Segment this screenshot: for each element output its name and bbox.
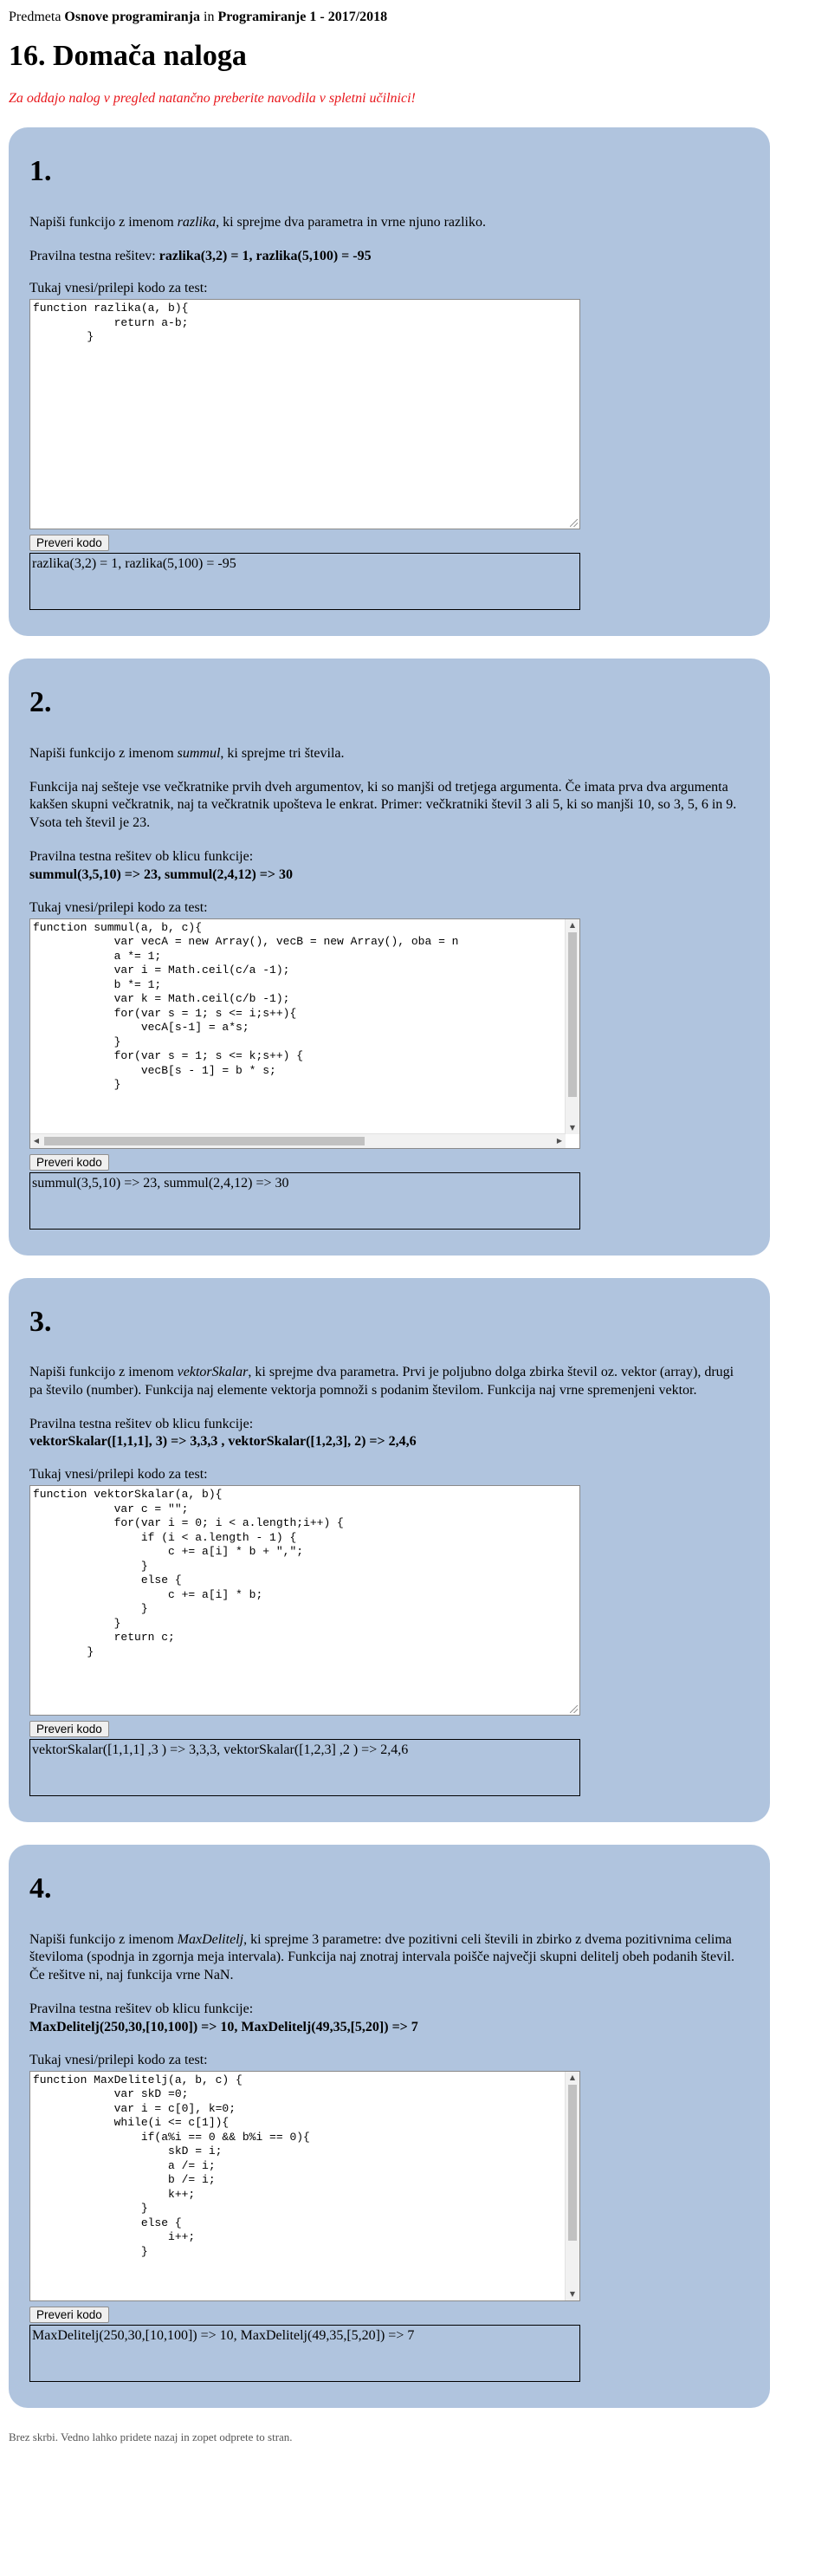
task-card-2: 2. Napiši funkcijo z imenom summul, ki s… [9, 659, 770, 1256]
breadcrumb-middle: in [200, 10, 218, 24]
task-card-1: 1. Napiši funkcijo z imenom razlika, ki … [9, 127, 770, 637]
footer-note: Brez skrbi. Vedno lahko pridete nazaj in… [9, 2430, 293, 2443]
task-description: Napiši funkcijo z imenom summul, ki spre… [29, 745, 749, 763]
task-desc-before: Napiši funkcijo z imenom [29, 745, 178, 761]
breadcrumb-subject: Osnove programiranja [64, 10, 201, 24]
task-number: 1. [29, 155, 52, 188]
task-tests: Pravilna testna rešitev: razlika(3,2) = … [29, 248, 749, 266]
task-desc-after: , ki sprejme tri števila. [220, 745, 345, 761]
code-text: function MaxDelitelj(a, b, c) { var skD … [33, 2073, 310, 2258]
page: Predmeta Osnove programiranja in Program… [0, 0, 815, 2444]
result-output: razlika(3,2) = 1, razlika(5,100) = -95 [29, 553, 580, 611]
scrollbar-thumb[interactable] [568, 931, 577, 1097]
result-output: MaxDelitelj(250,30,[10,100]) => 10, MaxD… [29, 2324, 580, 2382]
code-text: function vektorSkalar(a, b){ var c = "";… [33, 1488, 344, 1658]
result-output: summul(3,5,10) => 23, summul(2,4,12) => … [29, 1171, 580, 1230]
task-desc-before: Napiši funkcijo z imenom [29, 1931, 178, 1947]
task-function-name: vektorSkalar [177, 1364, 249, 1379]
scroll-right-icon[interactable]: ▶ [553, 1134, 566, 1148]
task-tests: Pravilna testna rešitev ob klicu funkcij… [29, 1416, 749, 1452]
tests-expected: summul(3,5,10) => 23, summul(2,4,12) => … [29, 866, 294, 882]
code-editor[interactable]: function summul(a, b, c){ var vecA = new… [29, 918, 580, 1149]
horizontal-scrollbar[interactable]: ◀ ▶ [30, 1132, 566, 1148]
scrollbar-thumb[interactable] [568, 2084, 577, 2241]
code-editor[interactable]: function razlika(a, b){ return a-b; } [29, 299, 580, 530]
tests-expected: razlika(3,2) = 1, razlika(5,100) = -95 [158, 248, 372, 263]
task-function-name: MaxDelitelj [177, 1931, 244, 1947]
vertical-scrollbar[interactable]: ▲ ▼ [565, 918, 579, 1134]
task-number: 2. [29, 686, 52, 719]
resize-grip-icon[interactable] [570, 1705, 578, 1714]
scrollbar-thumb[interactable] [44, 1136, 365, 1145]
code-text: function summul(a, b, c){ var vecA = new… [33, 920, 459, 1092]
code-editor[interactable]: function MaxDelitelj(a, b, c) { var skD … [29, 2070, 580, 2301]
scroll-up-icon[interactable]: ▲ [566, 2072, 579, 2084]
task-description: Napiši funkcijo z imenom razlika, ki spr… [29, 214, 749, 232]
check-code-button[interactable]: Preveri kodo [29, 1153, 109, 1171]
editor-label: Tukaj vnesi/prilepi kodo za test: [29, 1467, 208, 1483]
breadcrumb-prefix: Predmeta [9, 10, 65, 24]
task-function-name: razlika [177, 214, 217, 230]
task-tests: Pravilna testna rešitev ob klicu funkcij… [29, 848, 749, 885]
task-desc-after: , ki sprejme dva parametra in vrne njuno… [216, 214, 486, 230]
tests-label: Pravilna testna rešitev: [29, 248, 159, 263]
tests-label: Pravilna testna rešitev ob klicu funkcij… [29, 2001, 254, 2016]
task-number: 4. [29, 1872, 52, 1905]
warning-message: Za oddajo nalog v pregled natančno prebe… [9, 91, 416, 107]
task-desc-before: Napiši funkcijo z imenom [29, 1364, 178, 1379]
check-code-button[interactable]: Preveri kodo [29, 535, 109, 552]
task-desc-before: Napiši funkcijo z imenom [29, 214, 178, 230]
task-number: 3. [29, 1305, 52, 1338]
editor-label: Tukaj vnesi/prilepi kodo za test: [29, 2052, 208, 2067]
task-function-name: summul [177, 745, 221, 761]
vertical-scrollbar[interactable]: ▲ ▼ [565, 2071, 579, 2300]
tests-label: Pravilna testna rešitev ob klicu funkcij… [29, 848, 254, 864]
tests-expected: vektorSkalar([1,1,1], 3) => 3,3,3 , vekt… [29, 1434, 417, 1450]
breadcrumb: Predmeta Osnove programiranja in Program… [9, 9, 803, 26]
result-output: vektorSkalar([1,1,1] ,3 ) => 3,3,3, vekt… [29, 1739, 580, 1797]
scroll-up-icon[interactable]: ▲ [566, 919, 579, 931]
scroll-down-icon[interactable]: ▼ [566, 1122, 579, 1134]
task-tests: Pravilna testna rešitev ob klicu funkcij… [29, 2001, 749, 2037]
editor-label: Tukaj vnesi/prilepi kodo za test: [29, 281, 208, 296]
scroll-left-icon[interactable]: ◀ [30, 1134, 42, 1148]
tests-expected: MaxDelitelj(250,30,[10,100]) => 10, MaxD… [29, 2019, 418, 2034]
check-code-button[interactable]: Preveri kodo [29, 1721, 109, 1738]
task-card-4: 4. Napiši funkcijo z imenom MaxDelitelj,… [9, 1845, 770, 2408]
code-editor[interactable]: function vektorSkalar(a, b){ var c = "";… [29, 1485, 580, 1716]
task-description: Napiši funkcijo z imenom vektorSkalar, k… [29, 1364, 749, 1400]
scroll-down-icon[interactable]: ▼ [566, 2288, 579, 2300]
page-title: 16. Domača naloga [9, 40, 247, 72]
breadcrumb-course: Programiranje 1 - 2017/2018 [217, 10, 388, 24]
task-extra-description: Funkcija naj sešteje vse večkratnike prv… [29, 779, 737, 831]
editor-label: Tukaj vnesi/prilepi kodo za test: [29, 899, 208, 915]
task-card-3: 3. Napiši funkcijo z imenom vektorSkalar… [9, 1277, 770, 1823]
check-code-button[interactable]: Preveri kodo [29, 2306, 109, 2323]
tests-label: Pravilna testna rešitev ob klicu funkcij… [29, 1416, 254, 1431]
resize-grip-icon[interactable] [570, 519, 578, 528]
code-text: function razlika(a, b){ return a-b; } [33, 302, 189, 344]
task-description: Napiši funkcijo z imenom MaxDelitelj, ki… [29, 1931, 749, 1985]
